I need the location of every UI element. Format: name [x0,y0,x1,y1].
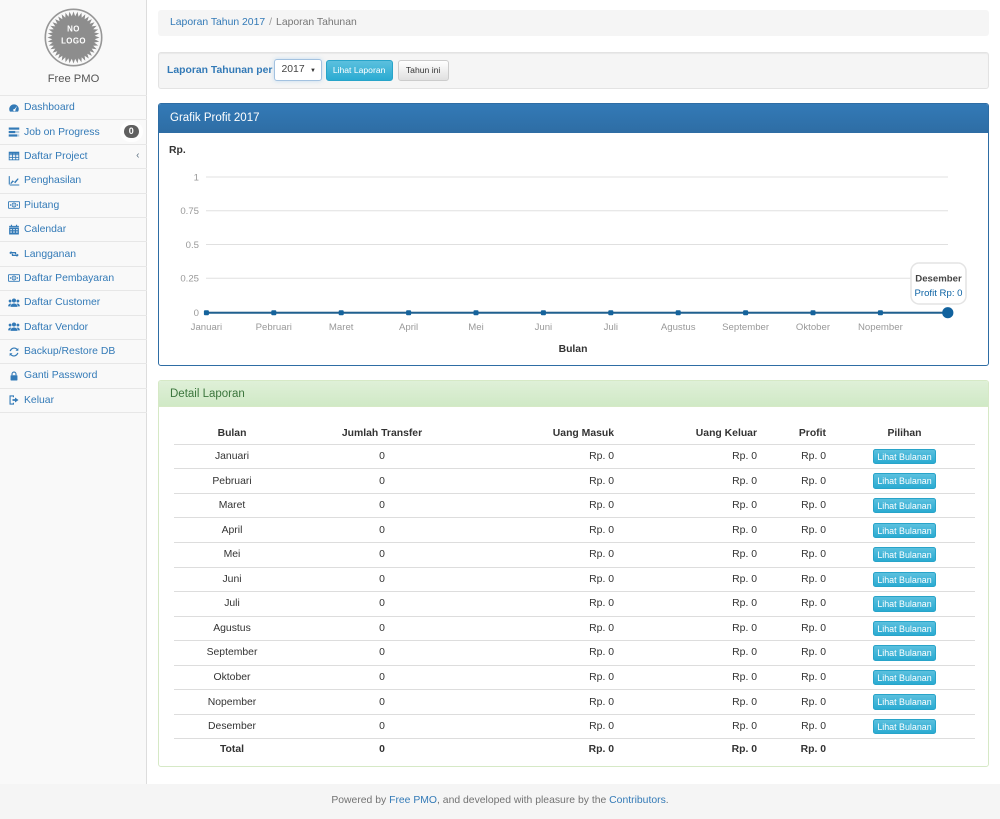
svg-text:NO: NO [67,24,80,33]
svg-text:Juni: Juni [535,322,553,333]
svg-text:Oktober: Oktober [796,322,831,333]
svg-text:0.25: 0.25 [180,274,199,285]
svg-text:LOGO: LOGO [61,36,86,45]
svg-text:Desember: Desember [915,274,962,285]
svg-text:September: September [722,322,770,333]
svg-text:Bulan: Bulan [559,344,588,355]
svg-text:0.75: 0.75 [180,206,199,217]
svg-text:0: 0 [194,308,199,319]
svg-text:Pebruari: Pebruari [256,322,292,333]
svg-text:Mei: Mei [468,322,483,333]
svg-text:April: April [399,322,418,333]
svg-text:0.5: 0.5 [186,240,199,251]
svg-text:Agustus: Agustus [661,322,696,333]
svg-text:Juli: Juli [604,322,618,333]
svg-text:Rp.: Rp. [169,145,186,156]
svg-text:Januari: Januari [191,322,222,333]
svg-text:Maret: Maret [329,322,354,333]
svg-text:Profit Rp: 0: Profit Rp: 0 [915,288,963,299]
svg-text:Nopember: Nopember [858,322,904,333]
svg-text:1: 1 [194,172,199,183]
